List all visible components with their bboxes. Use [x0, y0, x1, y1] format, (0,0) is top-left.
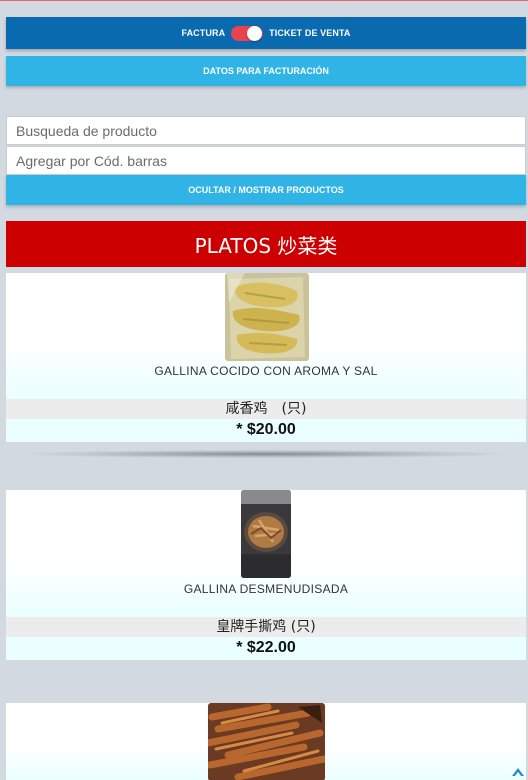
- category-header: PLATOS 炒菜类: [6, 221, 526, 267]
- product-card[interactable]: [6, 703, 526, 780]
- ticket-label: TICKET DE VENTA: [269, 28, 351, 38]
- barcode-input[interactable]: [6, 146, 526, 175]
- product-name-chinese: 咸香鸡 (只): [6, 399, 526, 419]
- product-image: [241, 490, 291, 578]
- invoice-ticket-toggle-bar: FACTURA TICKET DE VENTA: [6, 17, 526, 49]
- product-price: * $22.00: [6, 637, 526, 660]
- invoice-ticket-switch[interactable]: [231, 25, 264, 41]
- product-name: GALLINA COCIDO CON AROMA Y SAL: [154, 364, 378, 378]
- product-image: [208, 703, 325, 780]
- scroll-corner-icon[interactable]: [510, 762, 526, 778]
- toggle-products-label: OCULTAR / MOSTRAR PRODUCTOS: [188, 185, 344, 195]
- product-name: GALLINA DESMENUDISADA: [183, 582, 349, 596]
- product-price: * $20.00: [6, 419, 526, 442]
- category-title: PLATOS 炒菜类: [194, 233, 338, 258]
- product-name-chinese: 皇牌手撕鸡 (只): [6, 617, 526, 637]
- billing-data-label: DATOS PARA FACTURACIÓN: [203, 66, 329, 76]
- card-divider-shadow: [30, 450, 500, 458]
- switch-knob: [247, 25, 263, 41]
- product-card[interactable]: GALLINA DESMENUDISADA 皇牌手撕鸡 (只) * $22.00: [6, 490, 526, 660]
- toggle-products-button[interactable]: OCULTAR / MOSTRAR PRODUCTOS: [6, 175, 526, 205]
- billing-data-button[interactable]: DATOS PARA FACTURACIÓN: [6, 56, 526, 86]
- factura-label: FACTURA: [181, 28, 226, 38]
- product-search-input[interactable]: [6, 116, 526, 145]
- product-image: [225, 273, 309, 361]
- product-card[interactable]: GALLINA COCIDO CON AROMA Y SAL 咸香鸡 (只) *…: [6, 273, 526, 442]
